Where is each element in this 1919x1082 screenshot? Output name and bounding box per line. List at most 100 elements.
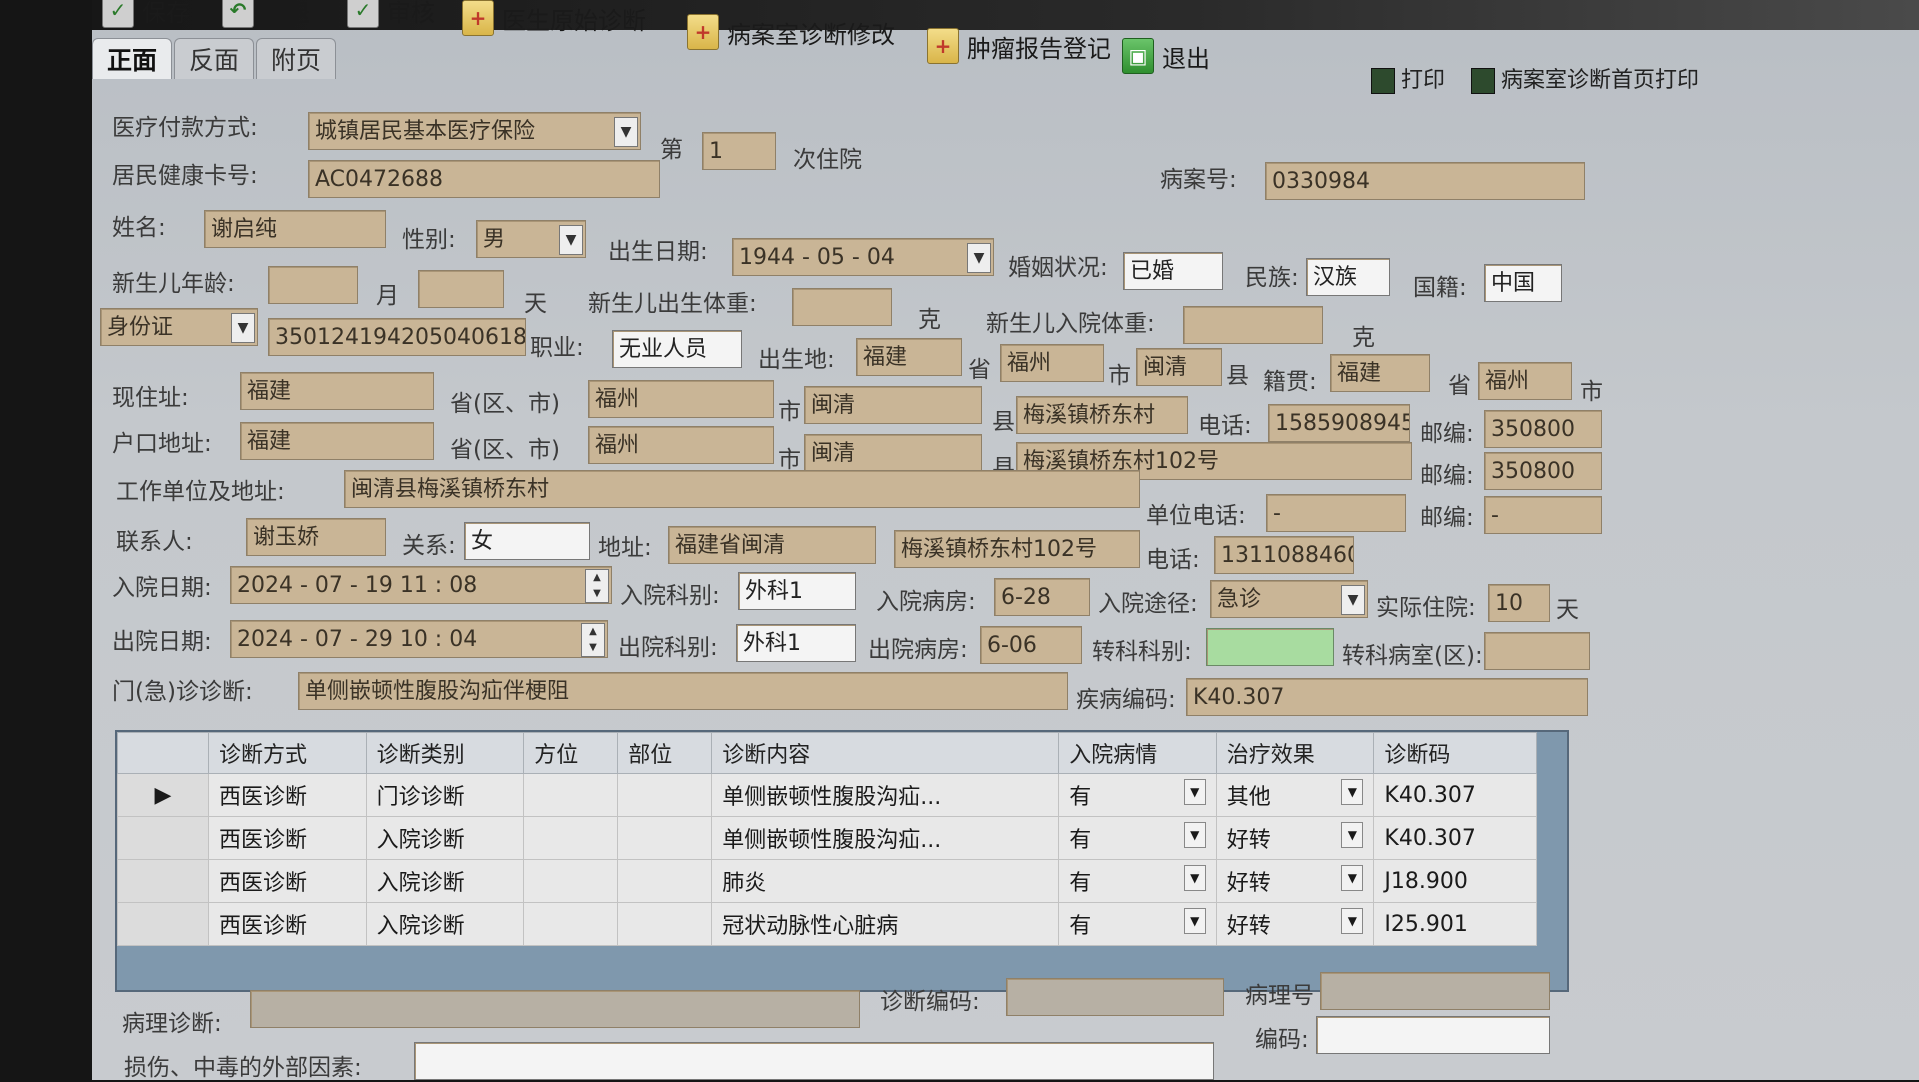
work-phone-field[interactable]: - — [1266, 494, 1406, 532]
tab-front[interactable]: 正面 — [92, 38, 173, 79]
zip-field[interactable]: 350800 — [1484, 410, 1602, 448]
table-cell[interactable]: 西医诊断 — [208, 902, 367, 946]
spinner-icon[interactable]: ▲ ▼ — [581, 623, 605, 657]
table-row[interactable]: ▶ 西医诊断 门诊诊断 单侧嵌顿性腹股沟疝... 有 ▼ 其他 ▼ K40.307 — [117, 773, 1537, 817]
row-selector[interactable] — [117, 816, 209, 860]
chevron-down-icon[interactable]: ▼ — [1341, 908, 1364, 934]
newborn-admit-weight-field[interactable] — [1183, 306, 1323, 344]
contact-address-field-1[interactable]: 福建省闽清 — [668, 526, 876, 564]
table-cell[interactable] — [617, 902, 713, 946]
current-county-field[interactable]: 闽清 — [804, 386, 982, 424]
health-card-field[interactable]: AC0472688 — [308, 160, 660, 198]
id-number-field[interactable]: 350124194205040618 — [268, 318, 526, 356]
transfer-room-field[interactable] — [1484, 632, 1590, 670]
table-cell[interactable]: 好转 ▼ — [1215, 816, 1375, 860]
chevron-down-icon[interactable]: ▼ — [967, 243, 991, 273]
code-field[interactable] — [1316, 1016, 1550, 1054]
birthplace-city-field[interactable]: 福州 — [1000, 344, 1104, 382]
admit-ward-field[interactable]: 6-28 — [994, 578, 1090, 616]
discharge-dept-field[interactable]: 外科1 — [736, 624, 856, 662]
column-header[interactable]: 诊断码 — [1373, 732, 1537, 774]
table-cell[interactable] — [523, 816, 619, 860]
current-city-field[interactable]: 福州 — [588, 380, 774, 418]
relation-field[interactable]: 女 — [464, 522, 590, 560]
table-cell[interactable]: 西医诊断 — [208, 773, 367, 817]
chevron-down-icon[interactable]: ▼ — [1341, 822, 1364, 848]
admit-route-select[interactable]: 急诊 ▼ — [1210, 580, 1368, 618]
save-button[interactable]: ✓ 保存 — [102, 0, 190, 38]
chevron-down-icon[interactable]: ▼ — [1183, 908, 1206, 934]
gender-select[interactable]: 男 ▼ — [476, 220, 586, 258]
current-province-field[interactable]: 福建 — [240, 372, 434, 410]
job-field[interactable]: 无业人员 — [612, 330, 742, 368]
back-button[interactable]: ↶ 回退 — [222, 0, 310, 38]
original-diagnosis-button[interactable]: + 医生原始诊断 — [462, 0, 646, 46]
hukou-county-field[interactable]: 闽清 — [804, 434, 982, 472]
actual-stay-field[interactable]: 10 — [1488, 584, 1550, 622]
chevron-down-icon[interactable]: ▼ — [559, 225, 583, 255]
tumor-report-button[interactable]: + 肿瘤报告登记 — [927, 18, 1111, 74]
table-cell[interactable]: 单侧嵌顿性腹股沟疝... — [711, 816, 1060, 860]
review-button[interactable]: ✓ 审核 — [347, 0, 435, 38]
exit-button[interactable]: ▣ 退出 — [1122, 28, 1210, 84]
column-header[interactable]: 诊断方式 — [208, 732, 367, 774]
table-cell[interactable] — [523, 773, 619, 817]
phone-field[interactable]: 15859089455 — [1268, 404, 1410, 442]
table-cell[interactable]: 有 ▼ — [1058, 902, 1217, 946]
native-province-field[interactable]: 福建 — [1330, 354, 1430, 392]
table-row[interactable]: 西医诊断 入院诊断 冠状动脉性心脏病 有 ▼ 好转 ▼ I25.901 — [117, 902, 1537, 946]
discharge-date-picker[interactable]: 2024 - 07 - 29 10 : 04 ▲ ▼ — [230, 620, 608, 658]
chevron-down-icon[interactable]: ▼ — [1183, 779, 1206, 805]
table-cell[interactable]: J18.900 — [1373, 859, 1537, 903]
table-row[interactable]: 西医诊断 入院诊断 单侧嵌顿性腹股沟疝... 有 ▼ 好转 ▼ K40.307 — [117, 816, 1537, 860]
tab-appendix[interactable]: 附页 — [256, 38, 337, 79]
chevron-down-icon[interactable]: ▼ — [1341, 865, 1364, 891]
name-field[interactable]: 谢启纯 — [204, 210, 386, 248]
table-cell[interactable]: 肺炎 — [711, 859, 1060, 903]
table-cell[interactable] — [523, 902, 619, 946]
table-cell[interactable]: 入院诊断 — [365, 859, 525, 903]
pathology-diagnosis-field[interactable] — [250, 990, 860, 1028]
table-cell[interactable]: 入院诊断 — [365, 816, 525, 860]
table-cell[interactable]: 好转 ▼ — [1215, 902, 1375, 946]
chevron-down-icon[interactable]: ▼ — [231, 313, 255, 343]
pathology-number-field[interactable] — [1320, 972, 1550, 1010]
row-selector[interactable] — [117, 859, 209, 903]
current-detail-field[interactable]: 梅溪镇桥东村 — [1016, 396, 1188, 434]
birthplace-province-field[interactable]: 福建 — [856, 338, 962, 376]
chevron-down-icon[interactable]: ▼ — [1183, 865, 1206, 891]
spinner-icon[interactable]: ▲ ▼ — [585, 569, 609, 603]
row-selector[interactable] — [117, 902, 209, 946]
zip-field-3[interactable]: - — [1484, 496, 1602, 534]
tab-back[interactable]: 反面 — [174, 38, 255, 79]
contact-phone-field[interactable]: 1311088460 — [1214, 536, 1354, 574]
work-unit-field[interactable]: 闽清县梅溪镇桥东村 — [344, 470, 1140, 508]
contact-address-field-2[interactable]: 梅溪镇桥东村102号 — [894, 530, 1140, 568]
marriage-field[interactable]: 已婚 — [1123, 252, 1223, 290]
case-number-field[interactable]: 0330984 — [1265, 162, 1585, 200]
table-cell[interactable]: 好转 ▼ — [1215, 859, 1375, 903]
table-cell[interactable] — [617, 773, 713, 817]
newborn-age-month-field[interactable] — [268, 266, 358, 304]
discharge-ward-field[interactable]: 6-06 — [980, 626, 1082, 664]
table-cell[interactable]: 入院诊断 — [365, 902, 525, 946]
column-header[interactable]: 诊断类别 — [365, 732, 525, 774]
newborn-age-day-field[interactable] — [418, 270, 504, 308]
payment-select[interactable]: 城镇居民基本医疗保险 ▼ — [308, 112, 641, 150]
table-cell[interactable] — [523, 859, 619, 903]
diagnosis-code-field[interactable] — [1006, 978, 1224, 1016]
home-print-button[interactable]: 病案室诊断首页打印 — [1470, 62, 1699, 94]
transfer-dept-field[interactable] — [1206, 628, 1334, 666]
chevron-down-icon[interactable]: ▼ — [1183, 822, 1206, 848]
column-header[interactable]: 方位 — [523, 732, 619, 774]
table-cell[interactable]: K40.307 — [1373, 816, 1537, 860]
table-cell[interactable]: 门诊诊断 — [365, 773, 525, 817]
table-row[interactable]: 西医诊断 入院诊断 肺炎 有 ▼ 好转 ▼ J18.900 — [117, 859, 1537, 903]
table-cell[interactable] — [617, 816, 713, 860]
table-cell[interactable]: 冠状动脉性心脏病 — [711, 902, 1060, 946]
table-cell[interactable]: 有 ▼ — [1058, 859, 1217, 903]
hukou-province-field[interactable]: 福建 — [240, 422, 434, 460]
table-cell[interactable]: I25.901 — [1373, 902, 1537, 946]
nation-field[interactable]: 汉族 — [1306, 258, 1390, 296]
contact-name-field[interactable]: 谢玉娇 — [246, 518, 386, 556]
